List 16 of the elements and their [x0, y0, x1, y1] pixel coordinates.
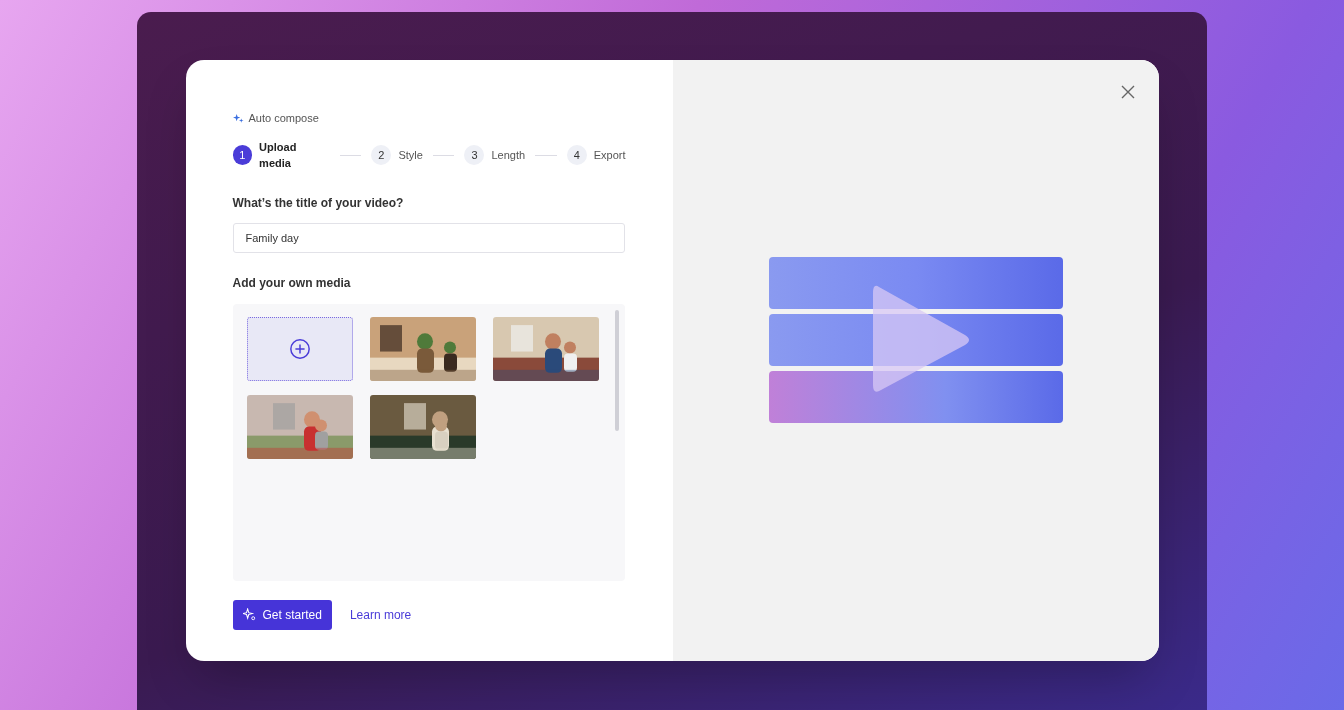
add-icon [288, 337, 311, 360]
sparkle-icon [242, 608, 256, 621]
step[interactable]: 1 Upload media [232, 138, 330, 172]
sparkle-icon [232, 112, 244, 124]
title-input[interactable]: Family day [232, 222, 625, 253]
add-media-button[interactable] [246, 316, 353, 381]
step[interactable]: 4 Export [566, 145, 626, 165]
section-heading: Add your own media [232, 274, 352, 292]
learn-more-link[interactable]: Learn more [349, 605, 412, 624]
scrollbar[interactable] [614, 309, 619, 431]
close-icon[interactable] [1120, 85, 1135, 99]
step[interactable]: 3 Length [464, 145, 526, 165]
step[interactable]: 2 Style [371, 145, 423, 165]
get-started-button[interactable]: Get started [232, 599, 332, 630]
section-label: Auto compose [248, 111, 319, 126]
field-label: What’s the title of your video? [232, 194, 405, 212]
